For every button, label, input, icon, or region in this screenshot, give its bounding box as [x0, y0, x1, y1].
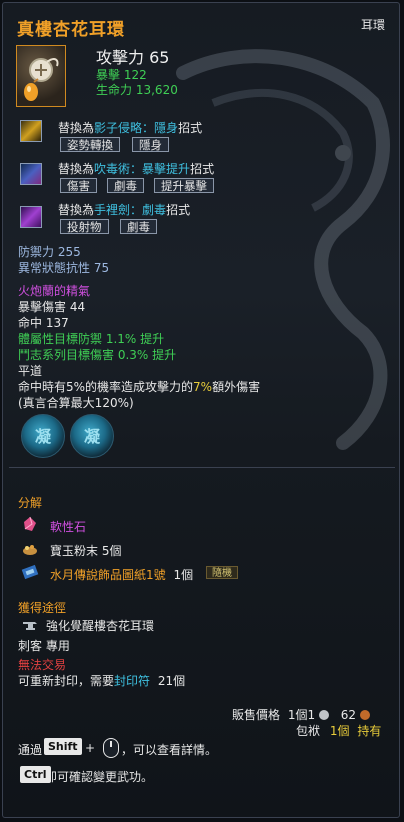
skill-1-variant: 隱身	[154, 121, 179, 135]
skill-1-sep: ：	[142, 121, 155, 135]
decompose-item-3-name: 水月傳說飾品圖紙1號	[50, 568, 166, 582]
price-count: 1個	[287, 708, 308, 722]
essence-effect: 命中時有5%的機率造成攻擊力的7%額外傷害	[18, 378, 260, 395]
crit-value: 122	[123, 68, 147, 82]
attack-stat: 攻擊力 65	[96, 44, 169, 68]
skill-1-name: 影子侵略	[94, 121, 143, 135]
effect-prefix: 命中時有5%的機率造成攻擊力的	[18, 380, 194, 394]
sell-price: 販售價格 1個1 62	[232, 706, 370, 723]
skill-tag: 提升暴擊	[154, 178, 214, 193]
hint-ctrl-suffix: 即可確認變更武功。	[45, 770, 154, 784]
decompose-item-1: 軟性石	[50, 520, 87, 534]
reseal-info: 可重新封印，需要封印符 21個	[18, 672, 185, 689]
essence-effect-note: (真言合算最大120%)	[18, 396, 134, 410]
essence-title: 火炮蘭的精氣	[18, 284, 91, 298]
price-copper: 62	[340, 708, 357, 722]
skill-2-suffix: 招式	[190, 162, 215, 176]
gem-slot-glyph: 凝	[34, 427, 51, 446]
hp-stat: 生命力 13,620	[96, 81, 178, 98]
essence-accuracy: 命中 137	[18, 316, 69, 330]
skill-3-name: 手裡劍	[94, 203, 131, 217]
defense-stat: 防禦力 255	[18, 245, 81, 259]
bag-label: 包袱	[296, 724, 321, 738]
skill-1-suffix: 招式	[178, 121, 203, 135]
skill-tag: 劇毒	[107, 178, 144, 193]
decompose-item-3: 水月傳說飾品圖紙1號 1個	[50, 566, 193, 583]
price-silver: 1	[307, 708, 316, 722]
random-badge: 隨機	[206, 566, 238, 579]
bag-info: 包袱 1個 持有	[296, 722, 381, 739]
skill-2-prefix: 替換為	[58, 162, 95, 176]
status-resist-stat: 異常狀態抗性 75	[18, 261, 110, 275]
mouse-icon	[103, 738, 119, 758]
hint-plus: +	[85, 741, 96, 755]
untradeable-text: 無法交易	[18, 658, 67, 672]
skill-3-line: 替換為手裡劍：劇毒招式	[58, 201, 190, 218]
decompose-item-2-count: 5個	[101, 544, 122, 558]
skill-2-line: 替換為吹毒術：暴擊提升招式	[58, 160, 214, 177]
gem-slot[interactable]: 凝	[70, 414, 114, 458]
earring-item-icon	[16, 45, 66, 107]
skill-tag: 劇毒	[120, 219, 157, 234]
essence-route: 平道	[18, 364, 43, 378]
soft-stone-icon	[24, 516, 36, 531]
decompose-item-2: 寶玉粉末 5個	[50, 542, 121, 559]
reseal-prefix: 可重新封印，需要	[18, 674, 115, 688]
skill-tag: 姿勢轉換	[60, 137, 120, 152]
gem-slot[interactable]: 凝	[21, 414, 65, 458]
essence-crit-damage: 暴擊傷害 44	[18, 300, 86, 314]
skill-3-suffix: 招式	[166, 203, 191, 217]
jade-powder-icon	[23, 545, 37, 555]
skill-2-name: 吹毒術	[94, 162, 131, 176]
gem-slot-glyph: 凝	[83, 427, 100, 446]
effect-pct: 7%	[193, 380, 213, 394]
attack-label: 攻擊力	[96, 48, 145, 67]
skill-1-prefix: 替換為	[58, 121, 95, 135]
hp-label: 生命力	[96, 83, 133, 97]
skill-tag: 隱身	[132, 137, 169, 152]
crit-label: 暴擊	[96, 68, 121, 82]
class-requirement: 刺客 專用	[18, 639, 70, 653]
hint-shift-suffix: ，可以查看詳情。	[121, 743, 218, 757]
decompose-item-2-name: 寶玉粉末	[50, 544, 99, 558]
item-type: 耳環	[361, 18, 386, 32]
skill-3-prefix: 替換為	[58, 203, 95, 217]
shift-key: Shift	[44, 738, 82, 755]
anvil-icon	[23, 622, 37, 630]
hint-shift-prefix: 通過	[18, 743, 43, 757]
essence-bonus-2: 鬥志系列目標傷害 0.3% 提升	[18, 348, 177, 362]
skill-3-sep: ：	[130, 203, 143, 217]
skill-tag: 傷害	[60, 178, 97, 193]
skill-1-line: 替換為影子侵略：隱身招式	[58, 119, 202, 136]
copper-coin-icon	[359, 710, 370, 720]
reseal-item: 封印符	[114, 674, 151, 688]
shadow-invasion-skill-icon	[20, 120, 42, 142]
acquire-heading: 獲得途徑	[18, 601, 67, 615]
section-divider	[9, 467, 395, 468]
acquire-source: 強化覺醒樓杏花耳環	[46, 619, 155, 633]
reseal-count: 21個	[157, 674, 186, 688]
bag-count: 1個	[329, 724, 350, 738]
price-label: 販售價格	[232, 708, 281, 722]
poison-dart-skill-icon	[20, 163, 42, 185]
decompose-item-3-count: 1個	[173, 568, 194, 582]
attack-value: 65	[149, 48, 170, 67]
item-name: 真樓杏花耳環	[17, 20, 125, 40]
hp-value: 13,620	[135, 83, 178, 97]
skill-3-variant: 劇毒	[142, 203, 167, 217]
skill-tag: 投射物	[60, 219, 109, 234]
shuriken-skill-icon	[20, 206, 42, 228]
essence-bonus-1: 體屬性目標防禦 1.1% 提升	[18, 332, 165, 346]
skill-2-sep: ：	[130, 162, 143, 176]
decompose-heading: 分解	[18, 496, 43, 510]
item-tooltip: 真樓杏花耳環 耳環 攻擊力 65 暴擊 122 生命力 13,620 替換為影子…	[2, 2, 400, 818]
owned-label: 持有	[357, 724, 382, 738]
skill-2-variant: 暴擊提升	[142, 162, 191, 176]
silver-coin-icon	[318, 710, 329, 720]
blueprint-scroll-icon	[21, 564, 39, 580]
effect-suffix: 額外傷害	[212, 380, 261, 394]
